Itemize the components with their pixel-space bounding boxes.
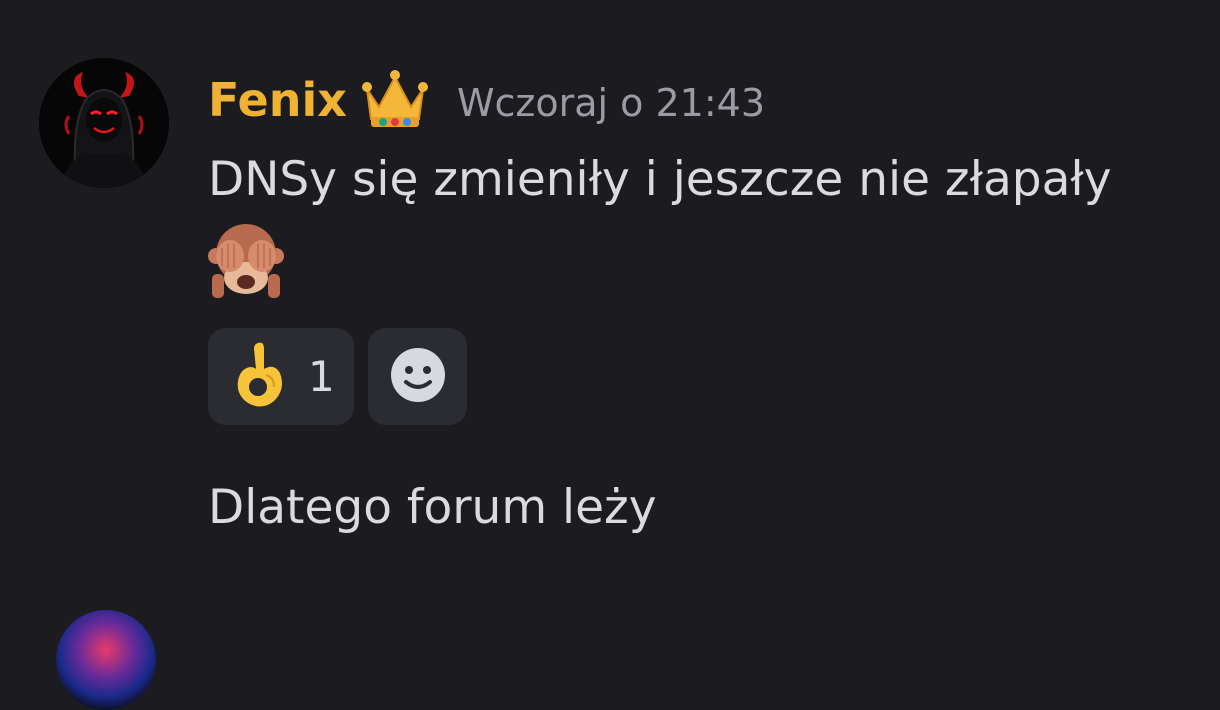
see-no-evil-monkey-icon — [208, 222, 284, 300]
smiley-add-reaction-icon — [389, 346, 447, 408]
ok-hand-icon — [230, 339, 288, 415]
add-reaction-button[interactable] — [368, 328, 467, 425]
author-avatar[interactable] — [39, 58, 169, 188]
crown-icon — [361, 69, 429, 131]
message-text-line: DNSy się zmieniły i jeszcze nie złapały — [208, 152, 1112, 207]
next-message-avatar[interactable] — [56, 610, 156, 710]
hooded-figure-icon — [39, 58, 169, 188]
reaction-ok-hand[interactable]: 1 — [208, 328, 354, 425]
author-name[interactable]: Fenix — [208, 64, 347, 136]
chat-message: Fenix Wczoraj o 21:43 DNSy się zmieniły … — [0, 0, 1220, 710]
reactions-bar: 1 — [208, 328, 467, 425]
message-text-line: Dlatego forum leży — [208, 480, 657, 535]
message-header: Fenix Wczoraj o 21:43 — [208, 64, 765, 136]
reaction-count: 1 — [308, 352, 335, 401]
message-timestamp[interactable]: Wczoraj o 21:43 — [457, 61, 765, 139]
